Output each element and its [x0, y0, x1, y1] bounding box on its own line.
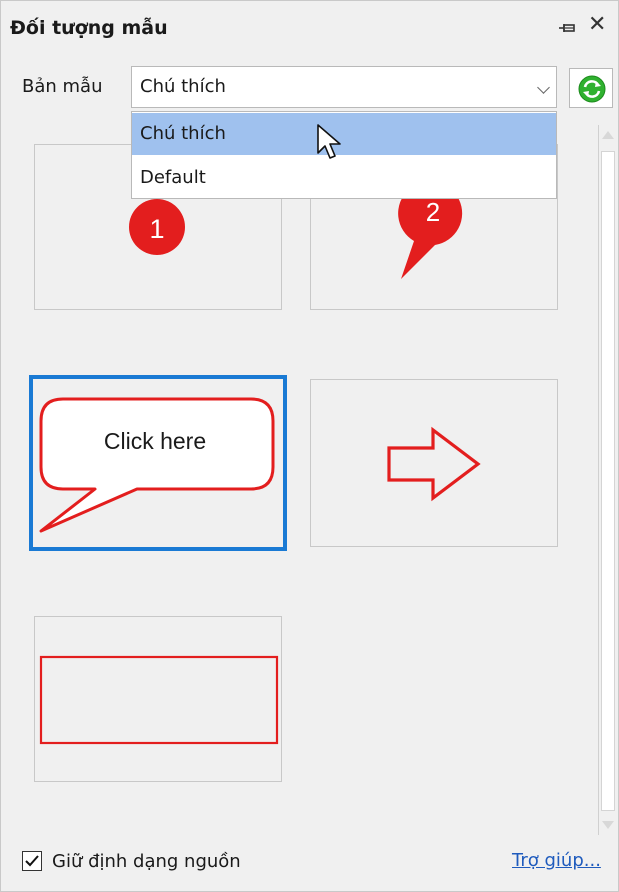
keep-source-format-checkbox[interactable] [22, 851, 42, 871]
pin-icon[interactable] [558, 20, 578, 38]
dropdown-option-chu-thich[interactable]: Chú thích [132, 113, 556, 155]
scroll-up-icon[interactable] [602, 131, 614, 139]
template-dropdown-list: Chú thích Default [131, 111, 557, 199]
panel-title: Đối tượng mẫu [10, 17, 168, 39]
tile-arrow-shape[interactable] [310, 379, 558, 547]
cursor-icon [317, 124, 341, 159]
refresh-button[interactable] [569, 68, 613, 108]
callout-text: Click here [104, 428, 206, 454]
scroll-down-icon[interactable] [602, 821, 614, 829]
template-select-value: Chú thích [140, 76, 226, 97]
dropdown-option-default[interactable]: Default [132, 157, 556, 199]
template-select[interactable]: Chú thích [131, 66, 557, 108]
chevron-down-icon [537, 81, 550, 94]
refresh-icon [578, 75, 606, 103]
close-icon[interactable]: ✕ [588, 13, 606, 37]
tile-speech-bubble-callout[interactable]: Click here [29, 375, 287, 551]
panel-titlebar: Đối tượng mẫu ✕ [0, 0, 619, 52]
checkmark-icon [25, 855, 39, 867]
scrollbar-thumb[interactable] [601, 151, 615, 811]
tile-number-label: 1 [149, 214, 164, 244]
vertical-scrollbar[interactable] [598, 125, 616, 835]
tile-rectangle-shape[interactable] [34, 616, 282, 782]
tile-number-label: 2 [426, 197, 440, 227]
help-link[interactable]: Trợ giúp... [512, 850, 601, 871]
keep-source-format-label: Giữ định dạng nguồn [52, 851, 241, 872]
template-label: Bản mẫu [22, 76, 103, 97]
